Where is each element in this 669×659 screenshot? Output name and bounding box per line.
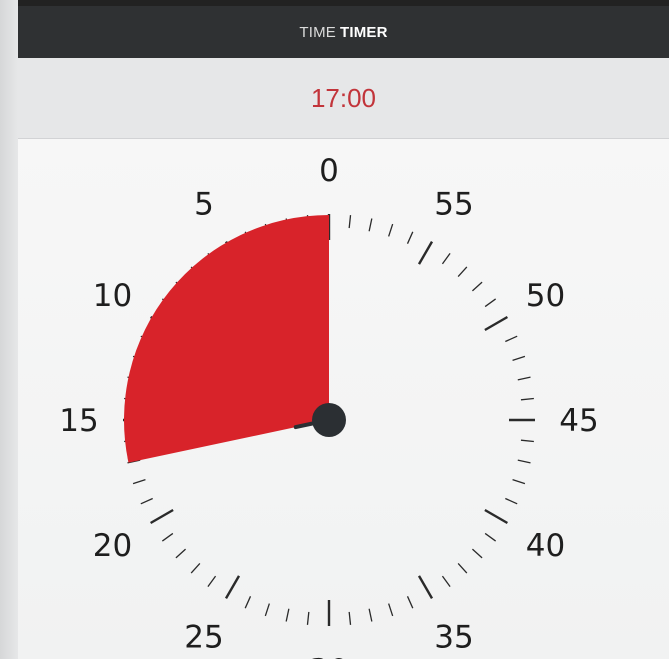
app-title-bar: TIME TIMER — [18, 6, 669, 58]
minor-tick — [388, 223, 394, 237]
minor-tick — [132, 479, 146, 485]
minor-tick — [140, 497, 153, 505]
minor-tick — [512, 355, 526, 361]
title-bold: TIMER — [339, 23, 388, 41]
dial-label-35: 35 — [434, 620, 473, 656]
minor-tick — [517, 376, 531, 381]
center-knob[interactable] — [312, 403, 346, 437]
minor-tick — [441, 252, 451, 265]
minor-tick — [520, 439, 534, 443]
dial-label-5: 5 — [194, 186, 214, 222]
dial-label-25: 25 — [184, 620, 223, 656]
dial-label-0: 0 — [319, 153, 339, 189]
minor-tick — [471, 548, 483, 559]
minor-tick — [348, 611, 352, 625]
minor-tick — [471, 281, 483, 292]
minor-tick — [207, 575, 217, 588]
minor-tick — [457, 562, 468, 574]
dial-label-45: 45 — [559, 403, 598, 439]
dial-label-30: 30 — [309, 653, 348, 659]
minor-tick — [175, 548, 187, 559]
time-readout-bar[interactable]: 17:00 — [18, 58, 669, 139]
minor-tick — [264, 603, 270, 617]
minor-tick — [388, 603, 394, 617]
title-light: TIME — [299, 23, 336, 41]
minor-tick — [368, 218, 373, 232]
minor-tick — [190, 562, 201, 574]
minor-tick — [244, 596, 252, 609]
minor-tick — [285, 608, 290, 622]
minor-tick — [406, 231, 414, 244]
timer-screen: TIME TIMER 17:00 0 5 10 15 20 25 30 35 4… — [0, 0, 669, 659]
minor-tick — [441, 575, 451, 588]
minor-tick — [161, 532, 174, 542]
dial-label-50: 50 — [526, 278, 565, 314]
minor-tick — [512, 479, 526, 485]
dial-label-20: 20 — [93, 528, 132, 564]
minor-tick — [348, 215, 352, 229]
major-tick — [484, 508, 509, 525]
dial-area[interactable]: 0 5 10 15 20 25 30 35 40 45 50 55 — [18, 139, 669, 659]
minor-tick — [406, 596, 414, 609]
dial-label-40: 40 — [526, 528, 565, 564]
time-remaining-readout: 17:00 — [310, 82, 377, 113]
minor-tick — [520, 397, 534, 401]
left-bezel — [0, 0, 18, 659]
minor-tick — [505, 335, 518, 343]
major-tick — [417, 575, 434, 600]
minor-tick — [306, 611, 310, 625]
timer-dial[interactable]: 0 5 10 15 20 25 30 35 40 45 50 55 — [18, 139, 669, 659]
major-tick — [484, 315, 509, 332]
minor-tick — [368, 608, 373, 622]
dial-label-10: 10 — [93, 278, 132, 314]
minor-tick — [484, 298, 497, 308]
major-tick — [417, 240, 434, 265]
major-tick — [149, 508, 174, 525]
minor-tick — [457, 266, 468, 278]
dial-label-15: 15 — [59, 403, 98, 439]
dial-label-55: 55 — [434, 186, 473, 222]
minor-tick — [484, 532, 497, 542]
major-tick — [224, 575, 241, 600]
minor-tick — [505, 497, 518, 505]
minor-tick — [517, 459, 531, 464]
